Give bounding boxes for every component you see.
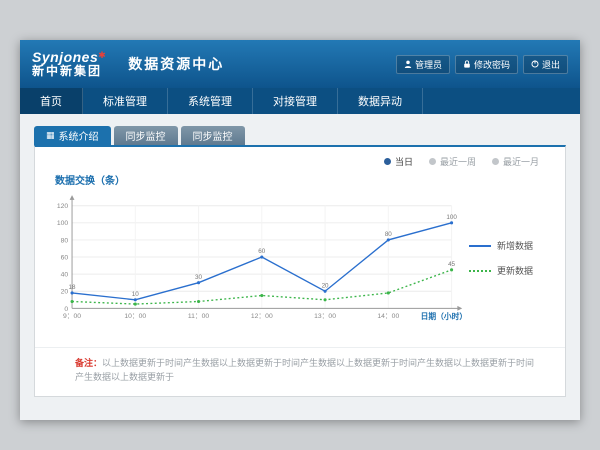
svg-text:10：00: 10：00 (124, 313, 146, 320)
app-window: Synjones✱ 新中新集团 数据资源中心 管理员 修改密码 退出 首页 标准… (20, 40, 580, 420)
company-logo: Synjones✱ 新中新集团 (32, 50, 106, 79)
legend-today[interactable]: 当日 (384, 155, 413, 168)
logout-label: 退出 (542, 58, 560, 71)
main-nav: 首页 标准管理 系统管理 对接管理 数据异动 (20, 88, 580, 114)
svg-text:13：00: 13：00 (314, 313, 336, 320)
svg-text:80: 80 (61, 237, 69, 244)
tab-label: 同步监控 (193, 128, 233, 143)
lock-icon (463, 60, 471, 68)
svg-text:45: 45 (448, 261, 455, 268)
svg-text:14：00: 14：00 (377, 313, 399, 320)
logout-button[interactable]: 退出 (523, 55, 568, 74)
svg-text:12：00: 12：00 (251, 313, 273, 320)
app-header: Synjones✱ 新中新集团 数据资源中心 管理员 修改密码 退出 (20, 40, 580, 88)
logo-wordmark: Synjones✱ (32, 50, 106, 65)
admin-user-label: 管理员 (415, 58, 442, 71)
svg-text:40: 40 (61, 272, 69, 279)
nav-item-home[interactable]: 首页 (20, 88, 83, 114)
legend-label: 最近一周 (440, 155, 476, 168)
footnote-text: 以上数据更新于时间产生数据以上数据更新于时间产生数据以上数据更新于时间产生数据以… (75, 358, 534, 382)
legend-last-month[interactable]: 最近一月 (492, 155, 539, 168)
change-password-label: 修改密码 (474, 58, 510, 71)
nav-item-data-change[interactable]: 数据异动 (338, 88, 423, 114)
svg-text:20: 20 (61, 289, 69, 296)
tab-label: 同步监控 (126, 128, 166, 143)
svg-text:100: 100 (446, 214, 457, 221)
series-legend: 新增数据 更新数据 (469, 189, 565, 327)
svg-text:100: 100 (57, 220, 69, 227)
page-title: 数据资源中心 (128, 54, 224, 74)
svg-text:30: 30 (195, 274, 202, 281)
svg-text:11：00: 11：00 (188, 313, 210, 320)
dotted-line-sample (469, 270, 491, 272)
series-label: 新增数据 (497, 239, 533, 252)
legend-dot (429, 158, 436, 165)
footnote: 备注：以上数据更新于时间产生数据以上数据更新于时间产生数据以上数据更新于时间产生… (35, 347, 565, 396)
svg-text:60: 60 (258, 248, 265, 255)
svg-text:20: 20 (322, 282, 329, 289)
y-axis-title: 数据交换（条） (55, 172, 565, 187)
content-area: ▦ 系统介绍 同步监控 同步监控 当日 最近一周 (20, 114, 580, 420)
solid-line-sample (469, 245, 491, 247)
logo-company-name: 新中新集团 (32, 65, 106, 78)
svg-text:日期（小时）: 日期（小时） (421, 311, 467, 321)
series-label: 更新数据 (497, 264, 533, 277)
series-new-data[interactable]: 新增数据 (469, 239, 555, 252)
admin-user-button[interactable]: 管理员 (396, 55, 450, 74)
line-chart: 0 20 40 60 80 100 120 9：00 10：00 11：00 12：00 13：00 1… (35, 189, 469, 327)
svg-text:80: 80 (385, 231, 392, 238)
svg-text:60: 60 (61, 254, 69, 261)
logo-star-icon: ✱ (98, 50, 106, 60)
tab-label: 系统介绍 (59, 128, 99, 143)
legend-dot (492, 158, 499, 165)
tab-sync-monitor-1[interactable]: 同步监控 (114, 126, 178, 145)
nav-item-interface-mgmt[interactable]: 对接管理 (253, 88, 338, 114)
svg-text:10: 10 (132, 291, 139, 298)
series-updated-data[interactable]: 更新数据 (469, 264, 555, 277)
user-icon (404, 60, 412, 68)
nav-item-system-mgmt[interactable]: 系统管理 (168, 88, 253, 114)
grid-icon: ▦ (46, 131, 55, 140)
chart-row: 0 20 40 60 80 100 120 9：00 10：00 11：00 12：00 13：00 1… (35, 189, 565, 327)
legend-label: 当日 (395, 155, 413, 168)
change-password-button[interactable]: 修改密码 (455, 55, 518, 74)
header-actions: 管理员 修改密码 退出 (396, 55, 568, 74)
svg-text:18: 18 (69, 284, 76, 291)
time-range-legend: 当日 最近一周 最近一月 (35, 147, 565, 170)
tab-bar: ▦ 系统介绍 同步监控 同步监控 (34, 126, 566, 145)
logout-icon (531, 60, 539, 68)
legend-last-week[interactable]: 最近一周 (429, 155, 476, 168)
footnote-prefix: 备注： (75, 358, 102, 368)
svg-text:0: 0 (64, 306, 68, 313)
legend-label: 最近一月 (503, 155, 539, 168)
svg-text:9：00: 9：00 (63, 313, 81, 320)
tab-sync-monitor-2[interactable]: 同步监控 (181, 126, 245, 145)
chart-panel: 当日 最近一周 最近一月 数据交换（条） 0 20 40 60 80 100 120 9：00… (34, 145, 566, 397)
nav-item-standard-mgmt[interactable]: 标准管理 (83, 88, 168, 114)
legend-dot (384, 158, 391, 165)
tab-system-intro[interactable]: ▦ 系统介绍 (34, 126, 111, 145)
chart-svg: 0 20 40 60 80 100 120 9：00 10：00 11：00 12：00 13：00 1… (43, 189, 469, 327)
svg-text:120: 120 (57, 203, 69, 210)
